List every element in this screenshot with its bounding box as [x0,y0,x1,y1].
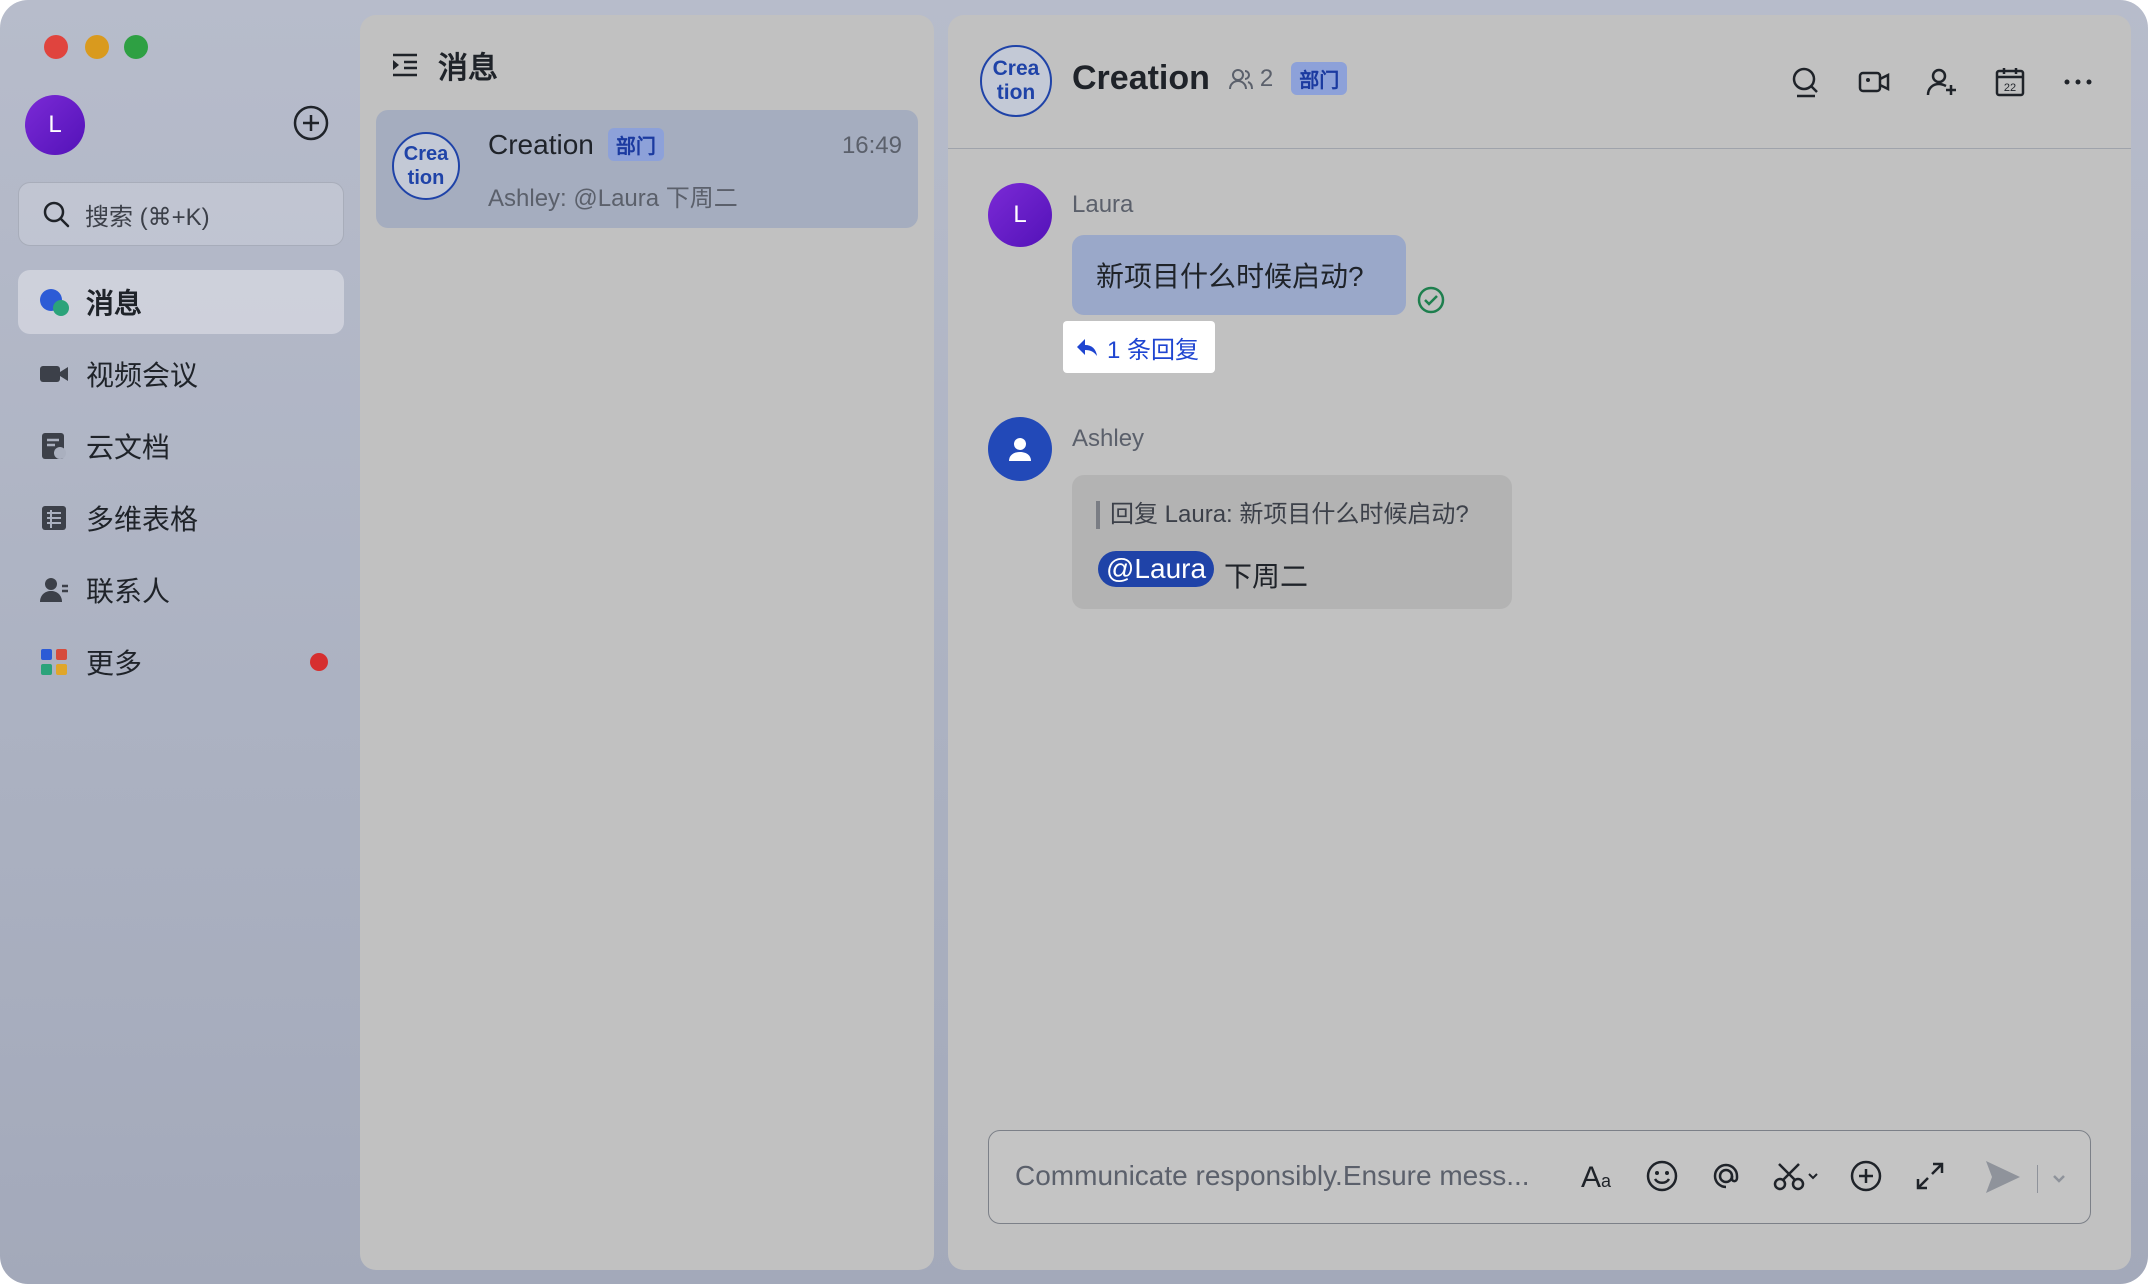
group-avatar-text-1: Crea [403,143,449,165]
close-window-button[interactable] [44,35,68,59]
chat-header: Crea tion Creation 2 部门 22 [948,15,2131,149]
user-avatar[interactable]: L [25,95,85,155]
search-box[interactable]: 搜索 (⌘+K) [18,182,344,246]
zoom-window-button[interactable] [124,35,148,59]
composer-toolbar: Aa [1579,1157,1949,1195]
laura-avatar-letter: L [1013,201,1027,228]
chat-search-icon[interactable] [1789,65,1823,99]
chevron-down-icon[interactable] [2046,1165,2072,1191]
laura-avatar[interactable]: L [988,183,1052,247]
sidebar-item-label: 多维表格 [86,504,199,535]
message-bubble[interactable]: 回复 Laura: 新项目什么时候启动? @Laura 下周二 [1072,475,1512,609]
mention-at-icon[interactable] [1707,1157,1745,1195]
conversation-name-row: Creation 部门 [488,128,664,161]
sidebar-item-base[interactable]: 多维表格 [18,486,344,550]
message-composer: Aa [988,1130,2091,1224]
message-bubble[interactable]: 新项目什么时候启动? [1072,235,1406,315]
conversation-item[interactable]: Crea tion Creation 部门 16:49 Ashley: @Laur… [376,110,918,228]
send-icon[interactable] [1982,1157,2022,1197]
person-icon [1005,434,1035,464]
chat-avatar-text-2: tion [996,81,1036,104]
svg-text:22: 22 [2004,82,2016,94]
sender-name: Laura [1072,191,1134,218]
sidebar-item-label: 更多 [86,648,143,679]
chat-title[interactable]: Creation [1072,59,1210,98]
video-call-icon[interactable] [1857,65,1891,99]
add-icon[interactable] [292,104,330,142]
list-title: 消息 [438,52,498,85]
user-avatar-letter: L [48,111,62,138]
group-avatar: Crea tion [392,132,460,200]
sidebar-item-messages[interactable]: 消息 [18,270,344,334]
svg-text:A: A [1581,1161,1601,1194]
search-placeholder: 搜索 (⌘+K) [85,203,210,231]
sidebar-item-label: 消息 [86,288,143,319]
send-divider [2036,1165,2038,1193]
sidebar-item-more[interactable]: 更多 [18,630,344,694]
sidebar-item-label: 云文档 [86,432,171,463]
chat-panel: Crea tion Creation 2 部门 22 L Laura 新项目什么时… [948,15,2131,1270]
members-icon [1228,66,1254,92]
department-tag: 部门 [607,128,664,161]
conversation-name: Creation [488,128,594,160]
mention-chip[interactable]: @Laura [1098,551,1215,587]
sidebar-item-cloud-docs[interactable]: 云文档 [18,414,344,478]
collapse-list-icon[interactable] [390,50,420,80]
member-count[interactable]: 2 [1228,65,1273,93]
cloud-doc-icon [38,430,70,462]
ashley-avatar[interactable] [988,417,1052,481]
sidebar-item-video-meetings[interactable]: 视频会议 [18,342,344,406]
minimize-window-button[interactable] [85,35,109,59]
thread-reply-link[interactable]: 1 条回复 [1063,321,1215,373]
message-text: 下周二 [1224,561,1309,592]
quoted-reply[interactable]: 回复 Laura: 新项目什么时候启动? [1096,501,1469,529]
chat-bubbles-icon [38,286,70,318]
emoji-icon[interactable] [1643,1157,1681,1195]
header-actions: 22 [1789,65,2095,99]
message-text: 新项目什么时候启动? [1096,261,1364,292]
expand-editor-icon[interactable] [1911,1157,1949,1195]
screenshot-scissors-icon[interactable] [1771,1157,1821,1195]
app-window: L 搜索 (⌘+K) 消息 视频会议 云文档 多维表格 联系人 更多 消息 Cr… [0,0,2148,1284]
sidebar-item-label: 联系人 [86,576,171,607]
more-options-icon[interactable] [2061,65,2095,99]
sidebar-item-label: 视频会议 [86,360,199,391]
contacts-icon [38,574,70,606]
chat-avatar-text-1: Crea [992,57,1040,80]
conversation-time: 16:49 [841,132,902,159]
text-format-icon[interactable]: Aa [1579,1157,1617,1195]
svg-text:a: a [1601,1171,1612,1191]
group-avatar-text-2: tion [407,167,445,189]
add-member-icon[interactable] [1925,65,1959,99]
department-tag: 部门 [1291,62,1348,95]
notification-dot [310,653,328,671]
video-camera-icon [38,358,70,390]
calendar-icon[interactable]: 22 [1993,65,2027,99]
chat-group-avatar[interactable]: Crea tion [980,45,1052,117]
list-header: 消息 [390,43,498,87]
add-attachment-icon[interactable] [1847,1157,1885,1195]
reply-arrow-icon [1075,335,1099,359]
apps-grid-icon [38,646,70,678]
sidebar-item-contacts[interactable]: 联系人 [18,558,344,622]
read-check-icon [1416,285,1446,315]
reply-count-label: 1 条回复 [1107,336,1200,364]
chat-title-row: Creation 2 部门 [1072,59,1348,98]
message-input[interactable] [1013,1159,1557,1193]
conversation-list-panel: 消息 Crea tion Creation 部门 16:49 Ashley: @L… [360,15,934,1270]
search-icon [41,199,71,229]
table-icon [38,502,70,534]
conversation-preview: Ashley: @Laura 下周二 [488,185,738,212]
sender-name: Ashley [1072,425,1145,452]
member-count-value: 2 [1259,64,1274,92]
